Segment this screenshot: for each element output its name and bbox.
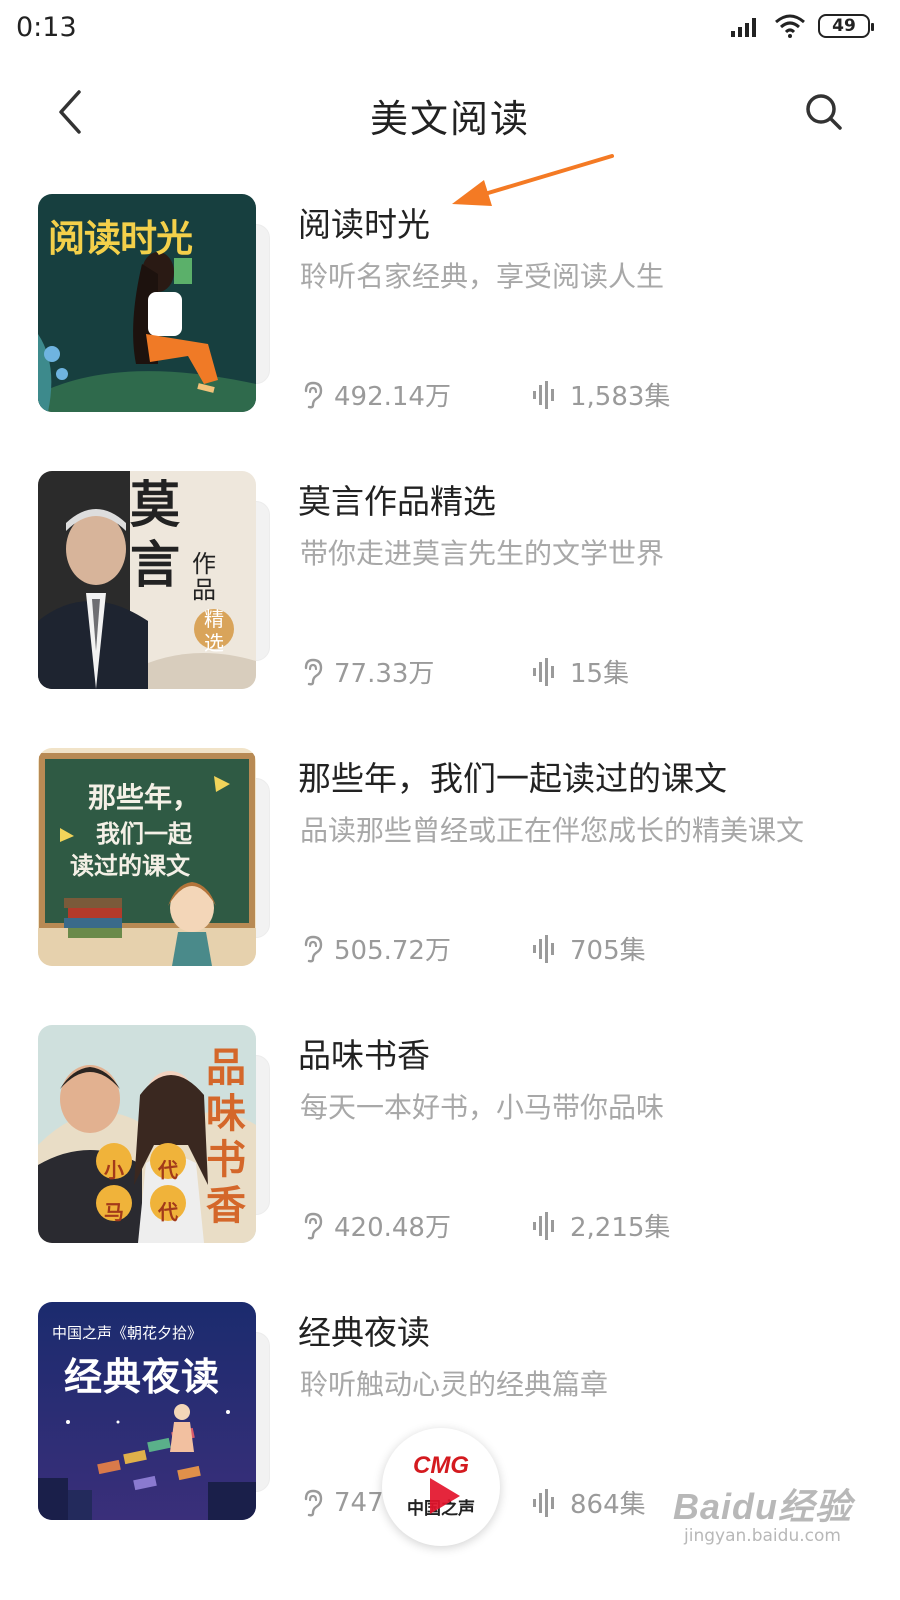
nav-bar: 美文阅读 xyxy=(0,62,900,166)
audio-wave-icon xyxy=(533,934,554,963)
cover-title: 那些年， xyxy=(88,781,201,814)
status-time: 0:13 xyxy=(16,12,77,43)
cover-title: 阅读时光 xyxy=(48,217,193,260)
floating-player-button[interactable]: CMG 中国之声 xyxy=(382,1428,500,1546)
status-icons: 49 xyxy=(730,14,874,38)
album-list: 阅读时光 阅读时光 聆听名家经典，享受阅读人生 492.14万 1,583集 莫… xyxy=(0,194,900,1579)
signal-icon xyxy=(731,18,756,37)
search-icon xyxy=(806,94,842,130)
item-title: 经典夜读 xyxy=(298,1313,430,1352)
episode-count: 1,583集 xyxy=(570,382,671,412)
watermark-logo: Baidu经验 xyxy=(672,1486,852,1527)
item-meta: 505.72万 705集 xyxy=(302,930,646,967)
cover-title: 莫言 xyxy=(130,475,180,594)
episode-count: 2,215集 xyxy=(570,1213,671,1243)
search-button[interactable] xyxy=(792,80,856,144)
list-item[interactable]: 阅读时光 阅读时光 聆听名家经典，享受阅读人生 492.14万 1,583集 xyxy=(0,194,900,471)
cover-subtitle: 作品 xyxy=(192,550,216,604)
album-cover[interactable]: 莫言 作品 精选 xyxy=(38,471,270,689)
item-description: 聆听名家经典，享受阅读人生 xyxy=(300,260,665,293)
item-title: 那些年，我们一起读过的课文 xyxy=(298,759,727,798)
play-count: 747 xyxy=(334,1487,384,1518)
ear-icon xyxy=(304,935,323,962)
play-count: 492.14万 xyxy=(334,382,451,412)
audio-wave-icon xyxy=(533,1488,554,1517)
cover-title: 品味书香 xyxy=(206,1045,246,1229)
ear-icon xyxy=(304,381,323,408)
item-description: 聆听触动心灵的经典篇章 xyxy=(300,1368,609,1401)
list-item[interactable]: 莫言 作品 精选 莫言作品精选 带你走进莫言先生的文学世界 77.33万 15集 xyxy=(0,471,900,748)
item-meta: 77.33万 15集 xyxy=(302,653,629,690)
play-count: 505.72万 xyxy=(334,936,451,966)
album-cover[interactable]: 阅读时光 xyxy=(38,194,270,412)
ear-icon xyxy=(304,1212,323,1239)
item-description: 每天一本好书，小马带你品味 xyxy=(300,1091,665,1124)
item-meta: 420.48万 2,215集 xyxy=(302,1207,670,1244)
item-title: 莫言作品精选 xyxy=(298,482,496,521)
status-bar: 0:13 49 xyxy=(0,0,900,62)
list-item[interactable]: 那些年， 我们一起 读过的课文 那些年，我们一起读过的课文 品读那些曾经或正在伴… xyxy=(0,748,900,1025)
ear-icon xyxy=(304,1489,323,1516)
cover-badge: 精选 xyxy=(204,607,224,655)
watermark-url: jingyan.baidu.com xyxy=(684,1526,841,1546)
cover-title: 经典夜读 xyxy=(64,1355,221,1399)
audio-wave-icon xyxy=(533,1211,554,1240)
play-count: 77.33万 xyxy=(334,659,435,689)
episode-count: 705集 xyxy=(570,936,646,966)
wifi-icon xyxy=(775,14,805,38)
episode-count: 15集 xyxy=(570,659,630,689)
cover-subtitle: 我们一起 xyxy=(96,820,192,848)
page-title: 美文阅读 xyxy=(369,97,530,141)
play-icon xyxy=(430,1478,460,1514)
album-cover[interactable]: 那些年， 我们一起 读过的课文 xyxy=(38,748,270,966)
play-count: 420.48万 xyxy=(334,1213,451,1243)
cover-badge: 代代 xyxy=(158,1158,178,1224)
item-title: 阅读时光 xyxy=(298,205,430,244)
audio-wave-icon xyxy=(533,657,554,686)
item-description: 品读那些曾经或正在伴您成长的精美课文 xyxy=(300,814,805,847)
cover-subtitle: 中国之声《朝花夕拾》 xyxy=(52,1324,203,1342)
watermark: Baidu经验 jingyan.baidu.com xyxy=(673,1478,852,1546)
ear-icon xyxy=(304,658,323,685)
album-cover[interactable]: 品味书香 小马 代代 xyxy=(38,1025,270,1243)
item-title: 品味书香 xyxy=(298,1036,430,1075)
album-cover[interactable]: 中国之声《朝花夕拾》 经典夜读 xyxy=(38,1302,270,1520)
item-meta: 492.14万 1,583集 xyxy=(302,376,670,413)
audio-wave-icon xyxy=(533,380,554,409)
battery-indicator: 49 xyxy=(818,14,874,38)
list-item[interactable]: 品味书香 小马 代代 品味书香 每天一本好书，小马带你品味 420.48万 2,… xyxy=(0,1025,900,1302)
cover-subtitle: 小马 xyxy=(104,1158,124,1224)
episode-count: 864集 xyxy=(570,1490,646,1520)
item-description: 带你走进莫言先生的文学世界 xyxy=(300,537,665,570)
cover-badge: 读过的课文 xyxy=(70,852,190,880)
